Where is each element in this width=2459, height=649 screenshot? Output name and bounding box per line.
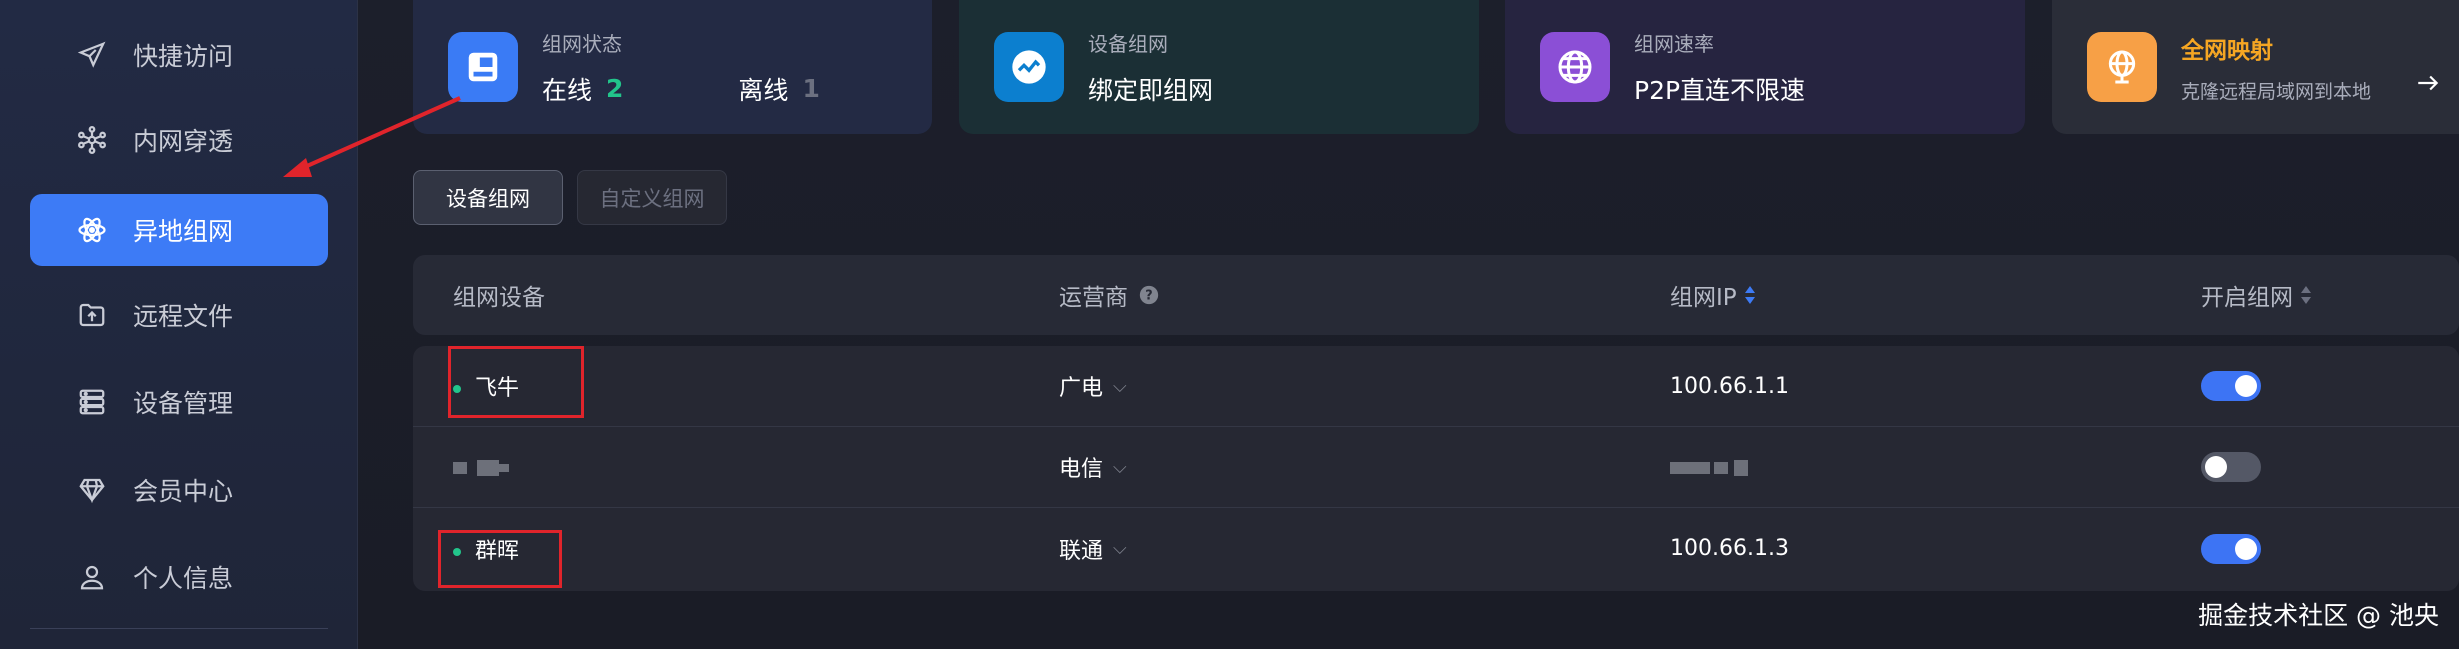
annotation-arrow (283, 96, 461, 177)
